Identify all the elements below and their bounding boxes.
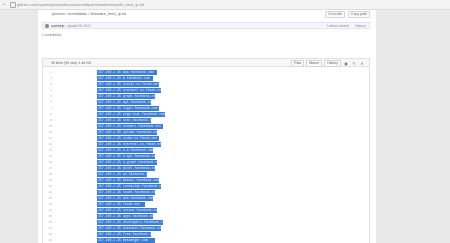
selected-code-text[interactable]: 157.240.1.35 fbcdn.net: [97, 201, 145, 207]
file-actions: Raw Blame History ▣ ✎ ✕: [291, 60, 365, 67]
history-button[interactable]: History: [324, 60, 341, 67]
delete-icon[interactable]: ✕: [359, 61, 365, 66]
go-to-file-button[interactable]: Go to file: [325, 11, 346, 18]
selected-code-text[interactable]: 157.240.1.35 an.facebook.com: [97, 171, 147, 177]
browser-address-bar: ← gitfuzz.com/ryanhelp/nodeforum/commitp…: [0, 0, 450, 10]
copy-path-button[interactable]: Copy path: [348, 11, 370, 18]
breadcrumb-path[interactable]: pinecio / meshtastic / firmware_bind_ip.…: [52, 11, 126, 16]
selected-code-text[interactable]: 157.240.1.35 upload.facebook.com: [97, 129, 157, 135]
selected-code-text[interactable]: 157.240.1.35 graph.facebook.com: [97, 93, 155, 99]
selected-code-text[interactable]: 157.240.1.35 b-api.facebook.com: [97, 153, 155, 159]
file-view-page: pinecio / meshtastic / firmware_bind_ip.…: [38, 10, 376, 243]
history-link[interactable]: History: [355, 23, 366, 29]
selected-code-text[interactable]: 157.240.1.35 static.xx.fbcdn.net: [97, 81, 159, 87]
selected-code-text[interactable]: 157.240.1.35 touch.facebook.com: [97, 189, 155, 195]
contributors-count[interactable]: 1 contributor: [42, 32, 61, 38]
selected-code-text[interactable]: 157.240.1.35 external.xx.fbcdn.net: [97, 141, 161, 147]
breadcrumb: pinecio / meshtastic / firmware_bind_ip.…: [52, 11, 126, 17]
url-field[interactable]: gitfuzz.com/ryanhelp/nodeforum/commitpoi…: [17, 1, 144, 8]
latest-commit-link[interactable]: Latest commit: [327, 23, 349, 29]
selected-code-text[interactable]: 157.240.1.35 video.xx.fbcdn.net: [97, 135, 159, 141]
desktop-icon[interactable]: ▣: [343, 61, 349, 66]
selected-code-text[interactable]: 157.240.1.35 messenger.com: [97, 237, 155, 243]
selected-code-text[interactable]: 157.240.1.35 mbasic.facebook.com: [97, 177, 159, 183]
file-header: 95 lines (95 sloc) 1.46 KB Raw Blame His…: [42, 58, 370, 67]
blame-button[interactable]: Blame: [306, 60, 323, 67]
selected-code-text[interactable]: 157.240.1.35 scontent.xx.fbcdn.net: [97, 87, 161, 93]
avatar[interactable]: [45, 24, 49, 28]
selected-code-text[interactable]: 157.240.1.35 developers.facebook.com: [97, 219, 163, 225]
commit-message[interactable]: Update fb 2022: [67, 23, 91, 29]
selected-code-text[interactable]: 157.240.1.35 www.facebook.com: [97, 69, 157, 75]
selected-code-text[interactable]: 157.240.1.35 star.facebook.com: [97, 117, 151, 123]
lock-icon: [10, 2, 16, 8]
selected-code-text[interactable]: 157.240.1.35 connect.facebook.net: [97, 123, 163, 129]
selected-code-text[interactable]: 157.240.1.35 web.facebook.com: [97, 195, 153, 201]
latest-commit-bar: ryanhelp Update fb 2022 Latest commit Hi…: [42, 22, 370, 29]
selected-code-text[interactable]: 157.240.1.35 apps.facebook.com: [97, 213, 153, 219]
selected-code-text[interactable]: 157.240.1.35 free.facebook.com: [97, 231, 151, 237]
code-line: 29 157.240.1.35 messenger.com: [43, 237, 367, 243]
selected-code-text[interactable]: 157.240.1.35 business.facebook.com: [97, 225, 161, 231]
selected-code-text[interactable]: 157.240.1.35 m.facebook.com: [97, 75, 153, 81]
file-info: 95 lines (95 sloc) 1.46 KB: [51, 61, 91, 65]
raw-button[interactable]: Raw: [291, 60, 305, 67]
edit-icon[interactable]: ✎: [351, 61, 357, 66]
top-actions: Go to file Copy path: [325, 11, 370, 18]
selected-code-text[interactable]: 157.240.1.35 b-graph.facebook.com: [97, 159, 157, 165]
selected-code-text[interactable]: 157.240.1.35 secure.facebook.com: [97, 207, 157, 213]
line-number[interactable]: 29: [44, 237, 52, 243]
selected-code-text[interactable]: 157.240.1.35 pixel.facebook.com: [97, 165, 155, 171]
file-content: 1 157.240.1.35 www.facebook.com 2 157.240.1…: [42, 67, 370, 243]
selected-code-text[interactable]: 157.240.1.35 login.facebook.com: [97, 105, 159, 111]
selected-code-text[interactable]: 157.240.1.35 lookaside.facebook.com: [97, 183, 161, 189]
commit-links: Latest commit History: [327, 23, 366, 29]
selected-code-text[interactable]: 157.240.1.35 z-m.facebook.com: [97, 147, 153, 153]
selected-code-text[interactable]: 157.240.1.35 edge-chat.facebook.com: [97, 111, 165, 117]
commit-author[interactable]: ryanhelp: [51, 23, 64, 29]
selected-code-text[interactable]: 157.240.1.35 api.facebook.com: [97, 99, 151, 105]
back-arrow-icon[interactable]: ←: [1, 0, 8, 9]
